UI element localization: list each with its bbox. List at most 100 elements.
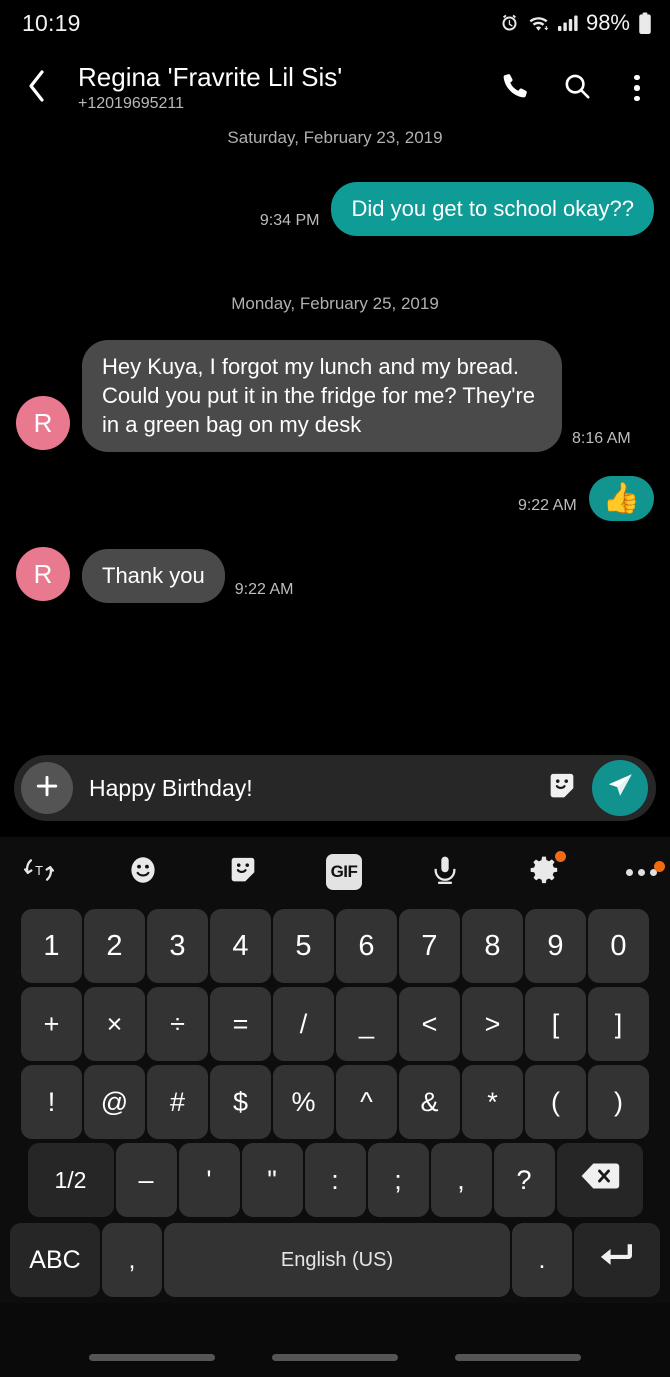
key-apostrophe[interactable]: ' — [178, 1143, 240, 1217]
message-bubble-emoji[interactable]: 👍 — [588, 476, 654, 522]
key-5[interactable]: 5 — [273, 909, 334, 983]
key-7[interactable]: 7 — [399, 909, 460, 983]
key-paren-close[interactable]: ) — [588, 1065, 649, 1139]
voice-input-button[interactable] — [428, 853, 462, 892]
composer-bar[interactable]: Happy Birthday! — [14, 755, 656, 821]
back-pill[interactable] — [455, 1354, 582, 1361]
overflow-menu-button[interactable] — [624, 74, 650, 102]
date-separator-2: Monday, February 25, 2019 — [231, 294, 439, 314]
wifi-icon — [527, 13, 550, 34]
message-timestamp: 8:16 AM — [572, 430, 631, 448]
message-bubble-outgoing[interactable]: Did you get to school okay?? — [331, 182, 654, 237]
key-divide[interactable]: ÷ — [147, 987, 208, 1061]
signal-icon — [557, 13, 579, 33]
key-backspace[interactable] — [556, 1143, 643, 1217]
header-title-group[interactable]: Regina 'Fravrite Lil Sis' +12019695211 — [78, 63, 488, 112]
key-multiply[interactable]: × — [84, 987, 145, 1061]
key-2[interactable]: 2 — [84, 909, 145, 983]
message-list[interactable]: Saturday, February 23, 2019 9:34 PM Did … — [0, 130, 670, 745]
key-9[interactable]: 9 — [525, 909, 586, 983]
key-slash[interactable]: / — [273, 987, 334, 1061]
message-input[interactable]: Happy Birthday! — [83, 775, 532, 802]
key-ampersand[interactable]: & — [399, 1065, 460, 1139]
key-plus[interactable]: + — [21, 987, 82, 1061]
key-abc-mode[interactable]: ABC — [10, 1223, 100, 1297]
home-pill[interactable] — [271, 1354, 398, 1361]
key-symbol-page-toggle[interactable]: 1/2 — [27, 1143, 114, 1217]
message-timestamp: 9:34 PM — [259, 212, 320, 230]
message-row[interactable]: R Hey Kuya, I forgot my lunch and my bre… — [16, 340, 654, 453]
key-quote[interactable]: " — [241, 1143, 303, 1217]
keyboard-row-numbers: 1 2 3 4 5 6 7 8 9 0 — [0, 907, 670, 985]
key-less-than[interactable]: < — [399, 987, 460, 1061]
key-paren-open[interactable]: ( — [525, 1065, 586, 1139]
keyboard-settings-button[interactable] — [528, 850, 566, 891]
key-semicolon[interactable]: ; — [367, 1143, 429, 1217]
alarm-icon — [499, 13, 520, 34]
key-colon[interactable]: : — [304, 1143, 366, 1217]
call-button[interactable] — [500, 71, 530, 106]
avatar[interactable]: R — [16, 396, 70, 451]
key-bracket-close[interactable]: ] — [588, 987, 649, 1061]
sticker-button[interactable] — [542, 768, 582, 808]
avatar[interactable]: R — [16, 547, 70, 602]
key-greater-than[interactable]: > — [462, 987, 523, 1061]
back-button[interactable] — [24, 66, 68, 111]
key-at[interactable]: @ — [84, 1065, 145, 1139]
translate-button[interactable]: T — [22, 853, 56, 892]
date-separator-1: Saturday, February 23, 2019 — [227, 130, 443, 147]
battery-icon — [638, 11, 652, 35]
on-screen-keyboard[interactable]: T GIF 1 2 3 4 5 6 7 8 9 0 + × ÷ = / _ < … — [0, 837, 670, 1305]
svg-text:T: T — [35, 862, 43, 877]
key-underscore[interactable]: _ — [336, 987, 397, 1061]
key-1[interactable]: 1 — [21, 909, 82, 983]
key-comma-bottom[interactable]: , — [102, 1223, 162, 1297]
key-dash[interactable]: – — [115, 1143, 177, 1217]
gif-icon: GIF — [326, 854, 362, 890]
send-button[interactable] — [592, 760, 648, 816]
key-8[interactable]: 8 — [462, 909, 523, 983]
key-percent[interactable]: % — [273, 1065, 334, 1139]
key-3[interactable]: 3 — [147, 909, 208, 983]
key-question[interactable]: ? — [493, 1143, 555, 1217]
key-6[interactable]: 6 — [336, 909, 397, 983]
message-timestamp: 9:22 AM — [234, 581, 294, 599]
key-dollar[interactable]: $ — [210, 1065, 271, 1139]
key-period[interactable]: . — [512, 1223, 572, 1297]
status-icons: 98% — [499, 10, 652, 36]
header-actions — [488, 71, 650, 106]
more-badge — [654, 860, 665, 872]
settings-badge — [555, 850, 566, 862]
message-row[interactable]: 9:34 PM Did you get to school okay?? — [16, 182, 654, 237]
emoji-button[interactable] — [126, 853, 160, 892]
key-equals[interactable]: = — [210, 987, 271, 1061]
key-0[interactable]: 0 — [588, 909, 649, 983]
chevron-left-icon — [24, 66, 50, 111]
key-4[interactable]: 4 — [210, 909, 271, 983]
message-bubble-incoming[interactable]: Thank you — [82, 549, 225, 604]
key-spacebar[interactable]: English (US) — [164, 1223, 510, 1297]
backspace-icon — [580, 1161, 620, 1199]
message-row[interactable]: R Thank you 9:22 AM — [16, 547, 654, 604]
search-button[interactable] — [562, 71, 592, 106]
keyboard-row-symbols: ! @ # $ % ^ & * ( ) — [0, 1063, 670, 1141]
conversation-header: Regina 'Fravrite Lil Sis' +12019695211 — [0, 46, 670, 130]
composer-area: Happy Birthday! — [0, 745, 670, 837]
key-asterisk[interactable]: * — [462, 1065, 523, 1139]
message-timestamp: 9:22 AM — [517, 497, 577, 515]
keyboard-row-punctuation: 1/2 – ' " : ; , ? — [0, 1141, 670, 1219]
key-enter[interactable] — [574, 1223, 660, 1297]
recents-pill[interactable] — [88, 1354, 215, 1361]
message-bubble-incoming[interactable]: Hey Kuya, I forgot my lunch and my bread… — [82, 340, 562, 453]
gif-button[interactable]: GIF — [326, 854, 362, 890]
key-exclamation[interactable]: ! — [21, 1065, 82, 1139]
message-row[interactable]: 9:22 AM 👍 — [16, 476, 654, 522]
overflow-menu-icon — [624, 74, 650, 102]
key-hash[interactable]: # — [147, 1065, 208, 1139]
keyboard-more-button[interactable] — [626, 860, 665, 876]
key-comma[interactable]: , — [430, 1143, 492, 1217]
key-caret[interactable]: ^ — [336, 1065, 397, 1139]
key-bracket-open[interactable]: [ — [525, 987, 586, 1061]
keyboard-sticker-button[interactable] — [226, 853, 260, 892]
add-attachment-button[interactable] — [21, 762, 73, 814]
